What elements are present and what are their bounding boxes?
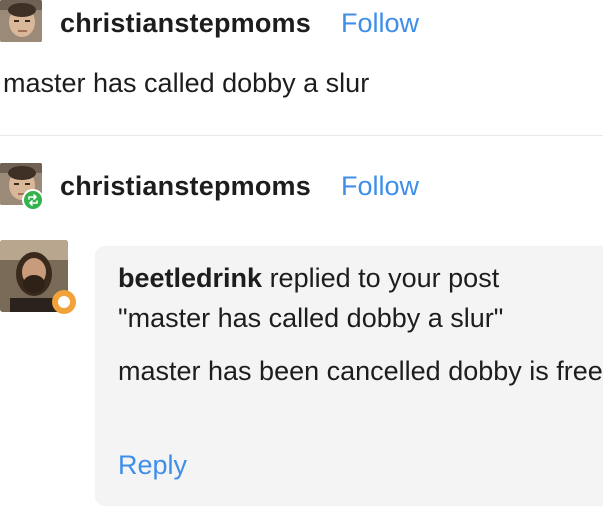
avatar-container	[0, 163, 46, 211]
replied-text: replied to your post	[269, 263, 500, 293]
ask-badge-icon	[52, 290, 76, 314]
asker-username[interactable]: beetledrink	[118, 263, 262, 293]
ask-header: beetledrink replied to your post	[118, 263, 499, 294]
post-text: master has called dobby a slur	[3, 68, 370, 98]
username[interactable]: christianstepmoms	[60, 171, 311, 202]
username[interactable]: christianstepmoms	[60, 8, 311, 39]
reblog-arrows-icon	[28, 194, 38, 206]
reblog-icon	[22, 189, 44, 211]
post-header: christianstepmoms Follow	[0, 0, 419, 46]
reblog-header: christianstepmoms Follow	[0, 160, 419, 212]
divider	[0, 135, 603, 136]
follow-button[interactable]: Follow	[341, 8, 419, 39]
avatar[interactable]	[0, 0, 42, 42]
reply-text: master has been cancelled dobby is free	[118, 356, 603, 386]
avatar-image	[0, 0, 42, 42]
follow-button[interactable]: Follow	[341, 171, 419, 202]
quoted-post: "master has called dobby a slur"	[118, 303, 504, 333]
avatar-container	[0, 0, 46, 46]
reply-button[interactable]: Reply	[118, 450, 187, 481]
